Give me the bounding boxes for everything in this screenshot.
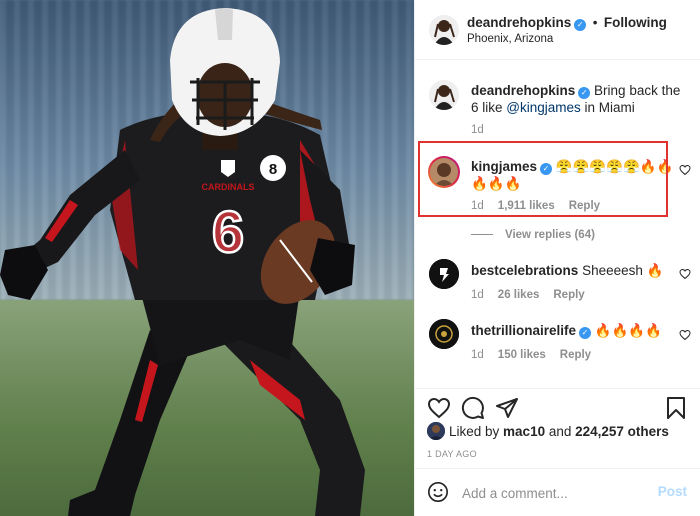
action-bar	[415, 388, 700, 419]
comment-time[interactable]: 1d	[471, 349, 484, 361]
football-player-illustration: 6 CARDINALS 8	[0, 8, 365, 516]
reply-button[interactable]: Reply	[560, 349, 591, 361]
comment-thetrillionairelife: thetrillionairelife ✓ 🔥🔥🔥🔥	[471, 322, 681, 339]
sleeve-number: 8	[269, 161, 277, 178]
add-comment-input[interactable]	[460, 482, 644, 504]
liked-by-summary: Liked by mac10 and 224,257 others	[449, 424, 669, 439]
post-header: deandrehopkins ✓ • Following Phoenix, Ari…	[415, 0, 700, 60]
author-avatar[interactable]	[429, 15, 459, 45]
liked-by-avatar-image	[427, 422, 445, 440]
caption-time[interactable]: 1d	[471, 124, 484, 136]
reply-button[interactable]: Reply	[553, 289, 584, 301]
jersey-number: 6	[212, 200, 244, 265]
comment-likes[interactable]: 150 likes	[498, 349, 546, 361]
caption-avatar[interactable]	[429, 80, 459, 110]
heart-icon[interactable]	[427, 396, 451, 420]
caption-avatar-image	[429, 80, 459, 110]
liked-by-count[interactable]: 224,257 others	[575, 424, 669, 439]
comment-highlight-box	[418, 141, 668, 217]
liked-by-user[interactable]: mac10	[503, 424, 545, 439]
liked-by-prefix: Liked by	[449, 424, 504, 439]
comment-avatar-bestcelebrations[interactable]	[429, 259, 459, 289]
author-avatar-image	[429, 15, 459, 45]
replies-divider	[471, 234, 493, 236]
comment-text: Sheeeesh 🔥	[582, 263, 664, 278]
verified-badge-icon: ✓	[574, 19, 587, 31]
comment-time[interactable]: 1d	[471, 289, 484, 301]
caption-body-end: in Miami	[580, 100, 635, 115]
comment-username[interactable]: thetrillionairelife	[471, 323, 576, 338]
post-timestamp[interactable]: 1 DAY AGO	[427, 449, 477, 459]
heart-icon[interactable]	[679, 329, 691, 341]
comment-likes[interactable]: 26 likes	[498, 289, 540, 301]
bookmark-icon[interactable]	[665, 396, 687, 420]
caption-text: deandrehopkins ✓ Bring back the 6 like @k…	[471, 82, 681, 116]
thetrillionairelife-avatar-image	[429, 319, 459, 349]
comment-meta: 1d 150 likes Reply	[471, 349, 591, 361]
comment-bestcelebrations: bestcelebrations Sheeeesh 🔥	[471, 262, 681, 279]
author-username[interactable]: deandrehopkins	[467, 15, 571, 30]
bestcelebrations-avatar-image	[429, 259, 459, 289]
paper-plane-icon[interactable]	[495, 396, 519, 420]
jersey-wordmark: CARDINALS	[202, 182, 255, 192]
comment-text: 🔥🔥🔥🔥	[594, 323, 663, 338]
comment-username[interactable]: bestcelebrations	[471, 263, 578, 278]
post-details-panel: deandrehopkins ✓ • Following Phoenix, Ari…	[414, 0, 700, 516]
comment-meta: 1d 26 likes Reply	[471, 289, 585, 301]
post-comment-button[interactable]: Post	[658, 484, 687, 499]
view-replies-button[interactable]: View replies (64)	[471, 229, 595, 241]
heart-icon[interactable]	[679, 164, 691, 176]
liked-by-avatar[interactable]	[427, 422, 445, 440]
post-location[interactable]: Phoenix, Arizona	[467, 33, 553, 45]
verified-badge-icon: ✓	[578, 87, 591, 99]
liked-by-and: and	[545, 424, 576, 439]
comment-avatar-thetrillionairelife[interactable]	[429, 319, 459, 349]
comment-composer: Post	[415, 468, 700, 516]
caption-username[interactable]: deandrehopkins	[471, 83, 575, 98]
view-replies-label: View replies (64)	[505, 229, 595, 241]
heart-icon[interactable]	[679, 268, 691, 280]
verified-badge-icon: ✓	[579, 327, 592, 339]
following-button[interactable]: Following	[604, 15, 667, 30]
smiley-icon[interactable]	[427, 481, 449, 503]
post-photo[interactable]: 6 CARDINALS 8	[0, 0, 414, 516]
comment-icon[interactable]	[461, 396, 485, 420]
caption-mention[interactable]: @kingjames	[506, 100, 580, 115]
